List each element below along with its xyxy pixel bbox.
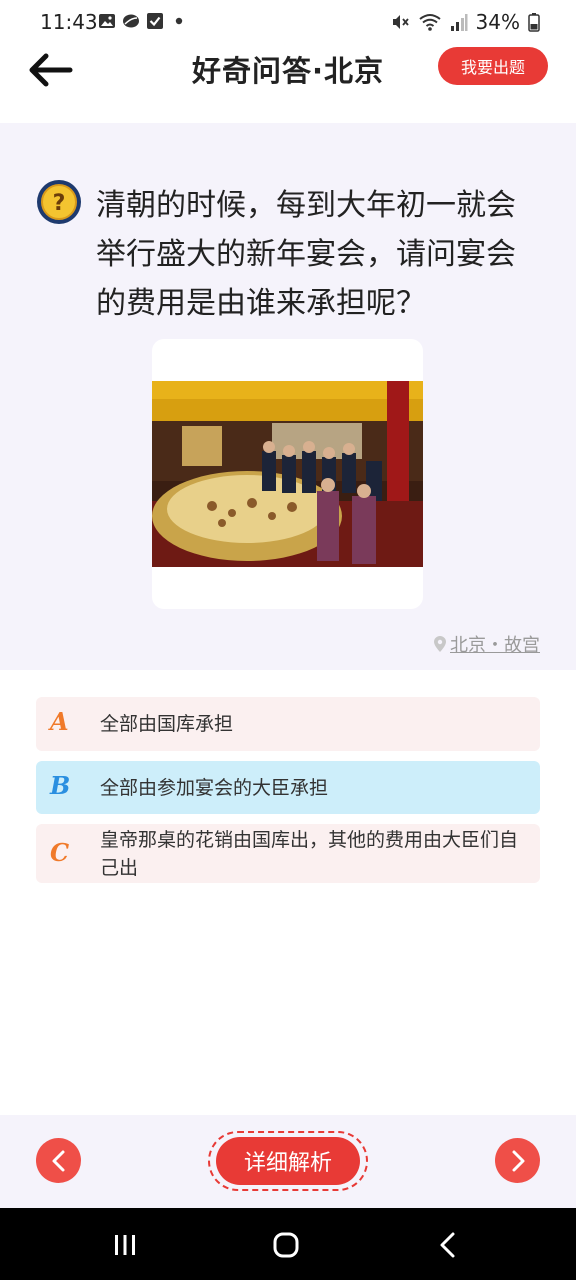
option-a-text: 全部由国库承担: [100, 713, 234, 735]
notification-icons: [98, 12, 188, 30]
bottom-bar: 详细解析: [0, 1115, 576, 1208]
gallery-icon: [99, 14, 115, 28]
battery-icon: [528, 13, 540, 32]
banquet-photo: [152, 381, 423, 567]
status-right: 34%: [390, 10, 540, 34]
signal-icon: [450, 14, 468, 31]
system-nav-bar: [0, 1208, 576, 1280]
wifi-icon: [418, 14, 441, 31]
question-mark-icon: ?: [37, 180, 81, 224]
location-link[interactable]: 北京・故宫: [434, 631, 540, 657]
option-b-letter: B: [50, 771, 71, 800]
location-pin-icon: [434, 636, 446, 652]
option-c-letter: C: [50, 838, 70, 867]
option-a-letter: A: [50, 707, 69, 736]
header: 好奇问答·北京 我要出题: [0, 46, 576, 123]
home-icon[interactable]: [266, 1228, 306, 1262]
chevron-left-icon: [52, 1150, 64, 1171]
chevron-right-icon: [512, 1150, 524, 1171]
question-area: ? 清朝的时候，每到大年初一就会举行盛大的新年宴会，请问宴会的费用是由谁来承担呢…: [0, 123, 576, 670]
leaf-icon: [123, 14, 139, 28]
task-icon: [147, 13, 163, 29]
question-text: 清朝的时候，每到大年初一就会举行盛大的新年宴会，请问宴会的费用是由谁来承担呢？: [96, 188, 516, 321]
make-question-button[interactable]: 我要出题: [438, 47, 548, 85]
option-a[interactable]: A 全部由国库承担: [36, 697, 540, 751]
location-text: 北京・故宫: [450, 635, 540, 656]
status-time: 11:43: [40, 10, 98, 34]
option-c[interactable]: C 皇帝那桌的花销由国库出，其他的费用由大臣们自己出: [36, 824, 540, 883]
question-image-card: [152, 339, 423, 609]
next-button[interactable]: [495, 1138, 540, 1183]
battery-percent: 34%: [475, 10, 520, 34]
previous-button[interactable]: [36, 1138, 81, 1183]
option-b[interactable]: B 全部由参加宴会的大臣承担: [36, 761, 540, 814]
svg-text:?: ?: [53, 191, 66, 216]
recent-apps-icon[interactable]: [105, 1228, 145, 1262]
mute-icon: [392, 15, 409, 29]
status-bar: 11:43 34%: [0, 0, 576, 46]
dot-icon: [175, 17, 183, 25]
detail-analysis-button[interactable]: 详细解析: [216, 1137, 360, 1185]
option-c-text: 皇帝那桌的花销由国库出，其他的费用由大臣们自己出: [100, 829, 519, 879]
system-back-icon[interactable]: [428, 1228, 468, 1262]
option-b-text: 全部由参加宴会的大臣承担: [100, 777, 329, 799]
